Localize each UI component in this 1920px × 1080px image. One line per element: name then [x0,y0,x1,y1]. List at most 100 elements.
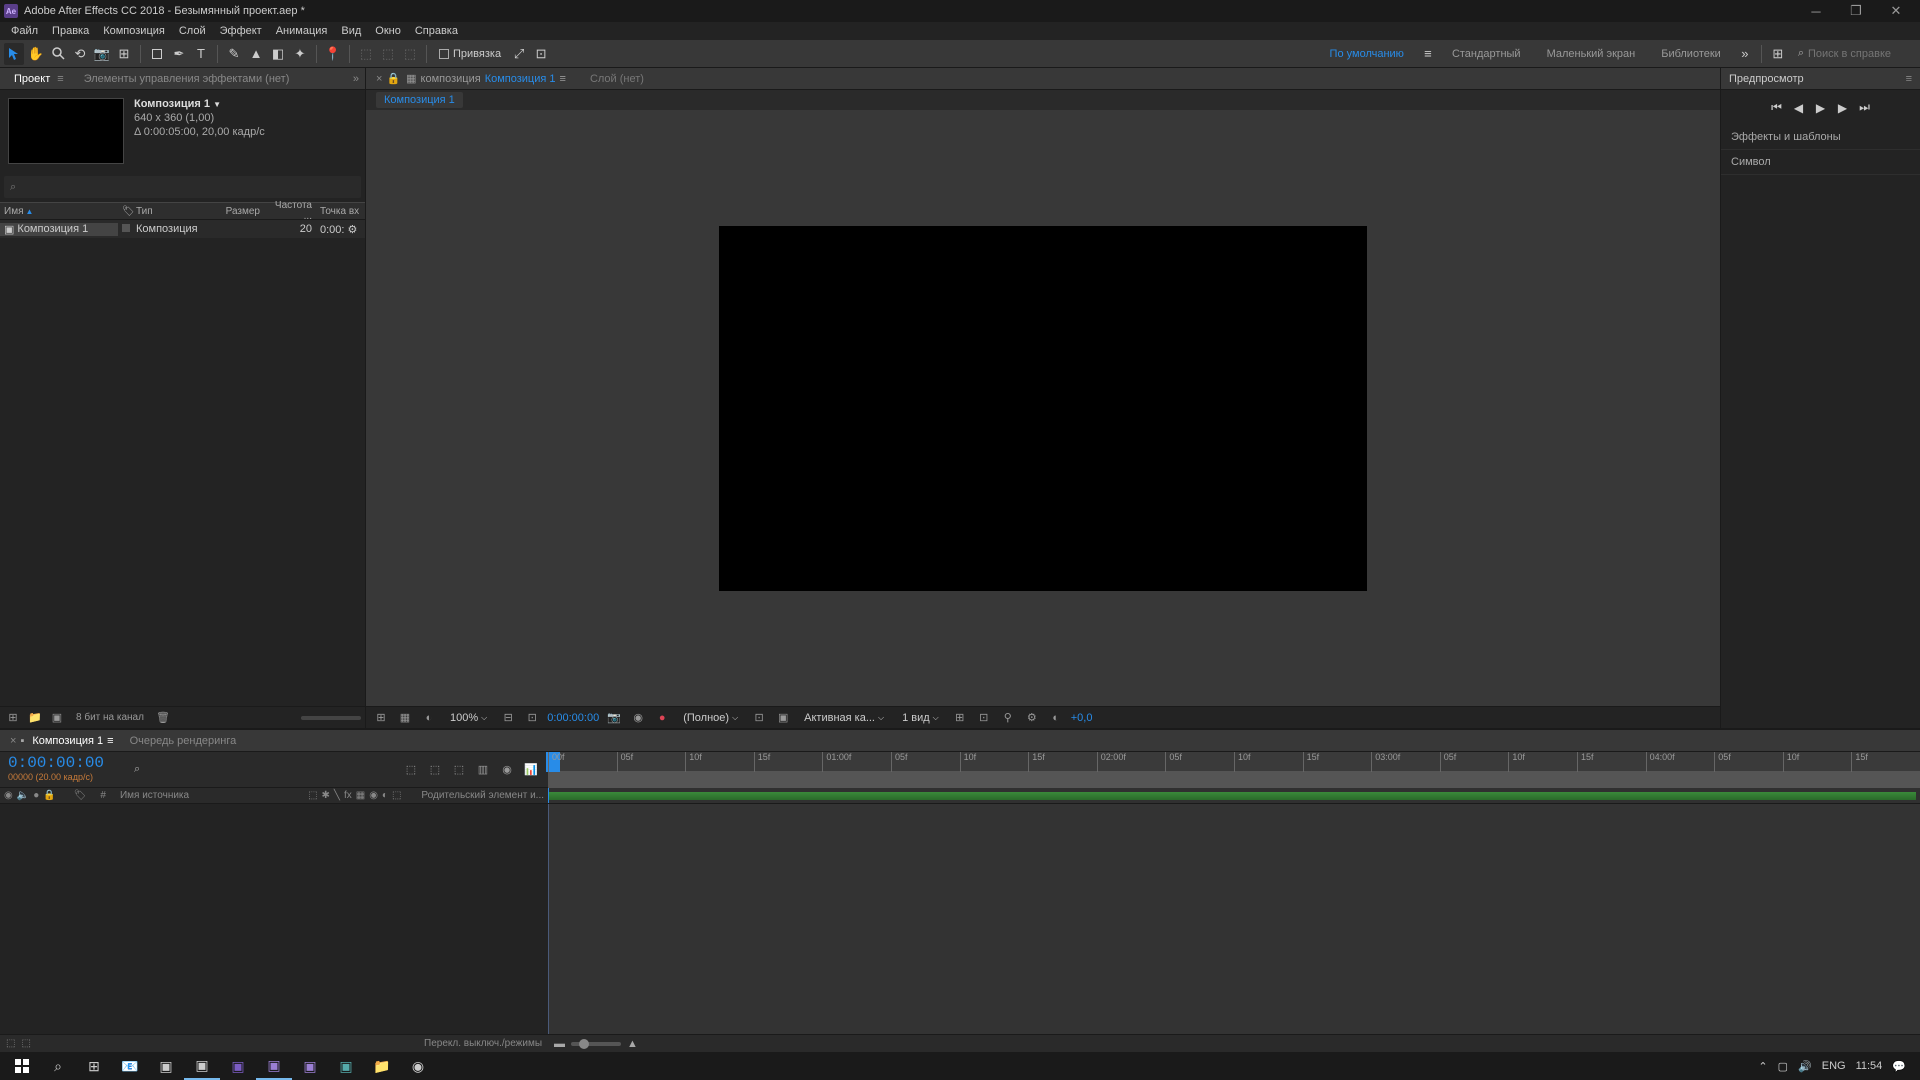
menu-effect[interactable]: Эффект [213,22,269,40]
draft3d-icon[interactable]: ⬚ [426,761,444,779]
tool-b[interactable]: ⬚ [378,43,398,65]
tray-battery-icon[interactable]: ▢ [1778,1060,1788,1073]
tab-effect-controls[interactable]: Элементы управления эффектами (нет) [76,68,298,90]
close-tab-icon[interactable]: × [372,73,386,85]
menu-file[interactable]: Файл [4,22,45,40]
current-time-display[interactable]: 0:00:00:00 00000 (20.00 кадр/с) [0,752,128,787]
flowchart-icon[interactable]: ⚙ [1023,710,1041,726]
start-button[interactable] [4,1052,40,1080]
always-preview-icon[interactable]: ⊞ [372,710,390,726]
new-folder-button[interactable]: 📁 [26,710,44,726]
panel-menu-icon[interactable]: ≡ [57,73,63,85]
lock-icon[interactable]: 🔒 [386,72,400,85]
pan-behind-tool[interactable]: ⊞ [114,43,134,65]
roto-tool[interactable]: ✦ [290,43,310,65]
item-label[interactable] [118,223,132,235]
layer-bars-area[interactable] [548,804,1920,1034]
taskbar-explorer[interactable]: 📁 [364,1052,400,1080]
fast-preview-icon[interactable]: ⊡ [750,710,768,726]
3d-col-icon[interactable]: ⬚ [392,790,401,801]
selection-tool[interactable] [4,43,24,65]
zoom-in-icon[interactable]: ▲ [627,1038,638,1050]
guides-icon[interactable]: ⚲ [999,710,1017,726]
toggle-modes-icon[interactable]: ⬚ [21,1038,30,1049]
eraser-tool[interactable]: ◧ [268,43,288,65]
exposure-reset-icon[interactable]: ◐ [1047,710,1065,726]
menu-window[interactable]: Окно [368,22,408,40]
interpret-footage-button[interactable]: ⊞ [4,710,22,726]
taskbar-app-ps[interactable]: ▣ [328,1052,364,1080]
tray-chevron-icon[interactable]: ⌃ [1758,1060,1767,1073]
adj-col-icon[interactable]: ◐ [382,790,388,801]
av-col-icon[interactable]: ◉ [4,790,13,801]
taskbar-app-me[interactable]: ▣ [220,1052,256,1080]
prev-frame-button[interactable]: ◀ [1791,101,1807,115]
mode-col-icon[interactable]: ⬚ [308,790,317,801]
taskbar-chrome[interactable]: ◉ [400,1052,436,1080]
rotate-tool[interactable]: ⟲ [70,43,90,65]
blend-col-icon[interactable]: ▦ [356,790,365,801]
composition-viewer[interactable] [366,110,1720,706]
next-frame-button[interactable]: ▶ [1835,101,1851,115]
tab-character[interactable]: Символ [1721,150,1920,175]
puppet-tool[interactable]: 📍 [323,43,343,65]
bit-depth[interactable]: 8 бит на канал [70,712,150,723]
zoom-dropdown[interactable]: 100% ⌵ [444,712,493,724]
thumbnail-size-slider[interactable] [301,716,361,720]
tab-layer[interactable]: Слой (нет) [584,73,650,85]
views-dropdown[interactable]: 1 вид ⌵ [896,712,945,724]
col-name[interactable]: Имя▲ [0,206,118,217]
composition-thumbnail[interactable] [8,98,124,164]
search-button[interactable]: ⌕ [40,1052,76,1080]
snapshot-icon[interactable]: 📷 [605,710,623,726]
tray-clock[interactable]: 11:54 [1856,1060,1883,1072]
workspace-default[interactable]: По умолчанию [1318,48,1416,60]
roi-icon[interactable]: ⊡ [523,710,541,726]
col-framerate[interactable]: Частота ... [264,200,316,222]
pixel-aspect-icon[interactable]: ⊞ [951,710,969,726]
tray-volume-icon[interactable]: 🔊 [1798,1060,1812,1073]
share-icon[interactable]: ⊞ [1768,43,1788,65]
trkmat-col-icon[interactable]: ╲ [334,790,340,801]
parent-col[interactable]: Родительский элемент и... [421,790,544,801]
flowchart-icon[interactable]: ▦ [406,72,416,85]
transparency-grid-icon[interactable]: ▦ [396,710,414,726]
index-col[interactable]: # [100,790,106,801]
hand-tool[interactable]: ✋ [26,43,46,65]
type-tool[interactable]: T [191,43,211,65]
camera-tool[interactable]: 📷 [92,43,112,65]
tab-effects-presets[interactable]: Эффекты и шаблоны [1721,125,1920,150]
3d-view-icon[interactable]: ▣ [774,710,792,726]
col-label[interactable]: 🏷 [118,206,132,217]
delete-button[interactable]: 🗑 [154,710,172,726]
menu-animation[interactable]: Анимация [269,22,335,40]
clone-tool[interactable]: ▲ [246,43,266,65]
first-frame-button[interactable]: ⏮ [1769,100,1785,115]
work-area-bar[interactable] [548,772,1920,788]
taskbar-app-1[interactable]: 📧 [112,1052,148,1080]
toggle-switches-label[interactable]: Перекл. выключ./режимы [424,1038,542,1049]
composition-canvas[interactable] [719,226,1367,591]
col-type[interactable]: Тип [132,206,214,217]
help-search-input[interactable] [1808,48,1908,60]
panel-overflow[interactable]: » [353,73,359,85]
color-mgmt-icon[interactable]: ● [653,710,671,726]
workspace-standard[interactable]: Стандартный [1440,48,1533,60]
exposure-value[interactable]: +0,0 [1071,712,1093,724]
lock-col-icon[interactable]: 🔒 [43,790,55,801]
menu-edit[interactable]: Правка [45,22,96,40]
grid-icon[interactable]: ⊡ [975,710,993,726]
pen-tool[interactable]: ✒ [169,43,189,65]
menu-layer[interactable]: Слой [172,22,213,40]
project-item-row[interactable]: ▣Композиция 1 Композиция 20 0:00: ⚙ [0,220,365,238]
tab-timeline-comp[interactable]: Композиция 1 ≡ [24,735,121,747]
resolution-dropdown[interactable]: (Полное) ⌵ [677,712,744,724]
tray-language[interactable]: ENG [1822,1060,1846,1072]
last-frame-button[interactable]: ⏭ [1857,100,1873,115]
taskbar-app-ae[interactable]: ▣ [256,1052,292,1080]
rectangle-tool[interactable] [147,43,167,65]
tab-preview[interactable]: Предпросмотр≡ [1721,68,1920,90]
label-col-icon[interactable]: 🏷 [74,790,87,801]
tray-notifications-icon[interactable]: 💬 [1892,1060,1906,1073]
workspace-menu-icon[interactable]: ≡ [1418,43,1438,65]
